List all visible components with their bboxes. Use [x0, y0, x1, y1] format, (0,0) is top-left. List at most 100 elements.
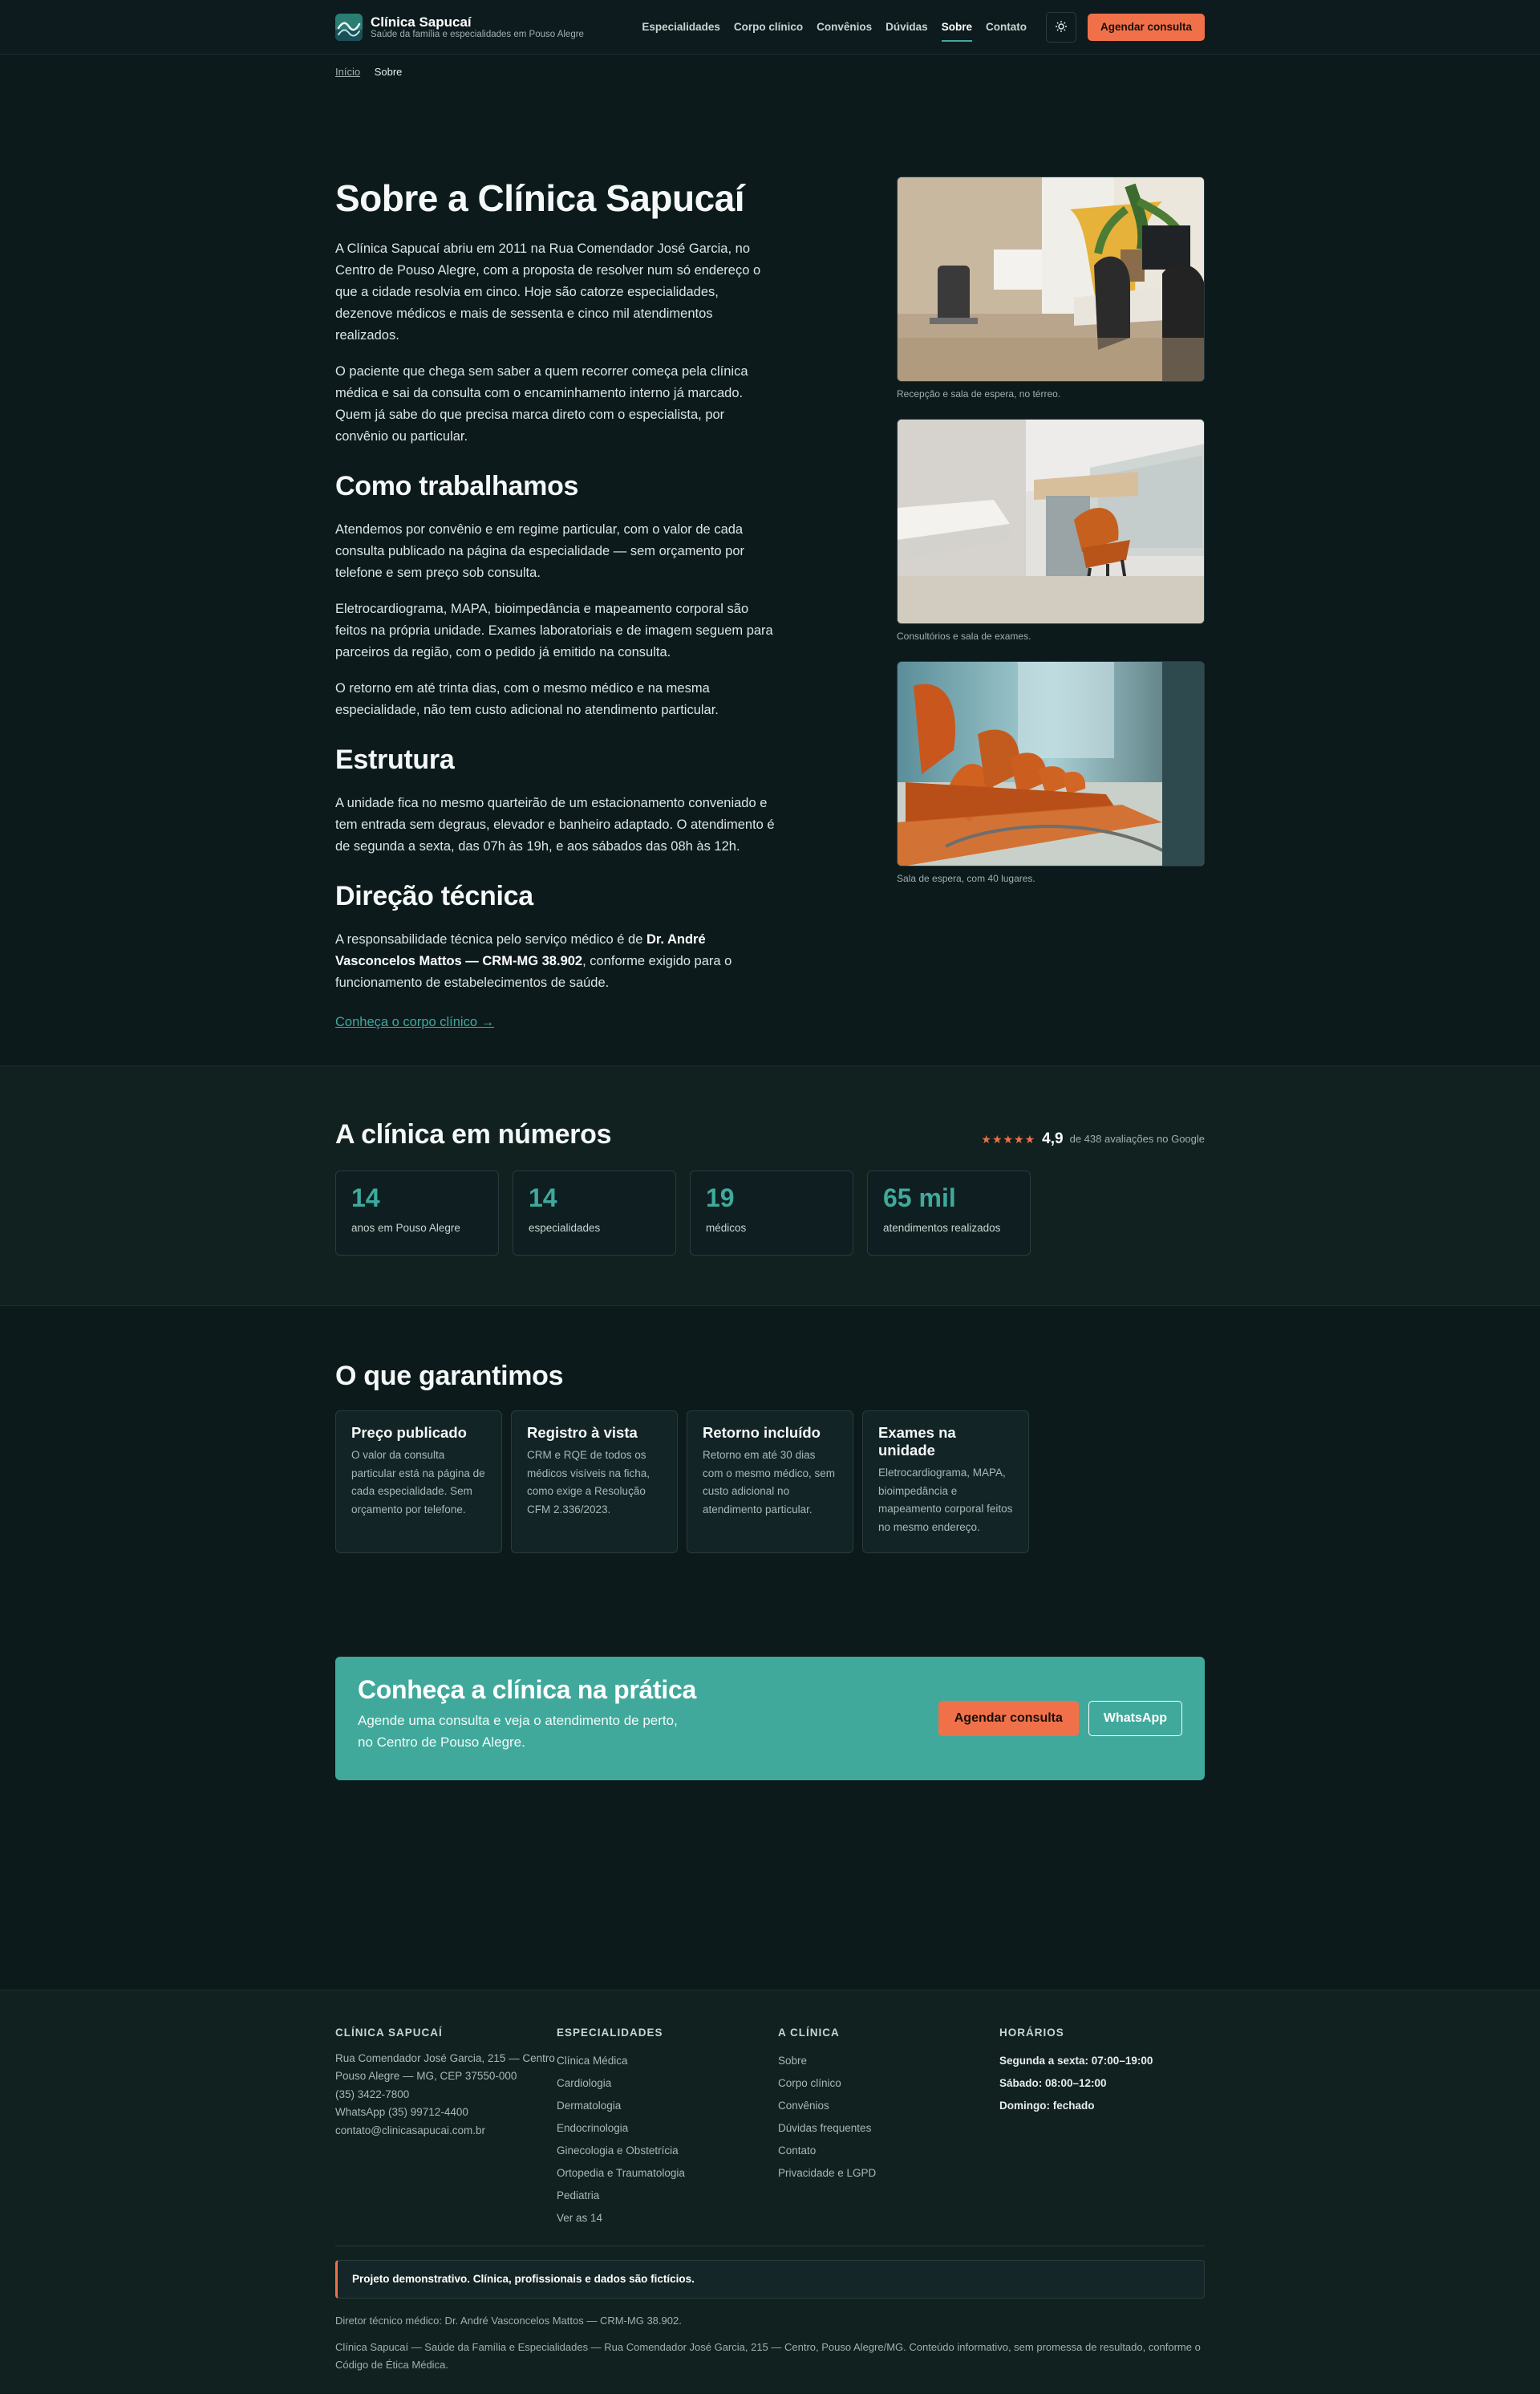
footer-heading: ESPECIALIDADES — [557, 2027, 663, 2039]
how-paragraph-3: O retorno em até trinta dias, com o mesm… — [335, 680, 719, 717]
nav-corpo-clinico[interactable]: Corpo clínico — [734, 15, 803, 39]
cta-subtitle: Agende uma consulta e veja o atendimento… — [358, 1713, 678, 1751]
breadcrumb: Início Sobre — [335, 55, 1205, 87]
footer-link[interactable]: Cardiologia — [557, 2072, 778, 2095]
stat-label: especialidades — [529, 1222, 601, 1235]
breadcrumb-current: Sobre — [374, 66, 403, 78]
rating-reviews: de 438 avaliações no Google — [1069, 1132, 1205, 1145]
footer-address-2: Pouso Alegre — MG, CEP 37550-000 — [335, 2070, 517, 2083]
intro-paragraph-1: A Clínica Sapucaí abriu em 2011 na Rua C… — [335, 241, 761, 343]
site-footer: CLÍNICA SAPUCAÍ Rua Comendador José Garc… — [0, 1990, 1540, 2393]
guarantee-card: Preço publicado O valor da consulta part… — [335, 1410, 502, 1553]
stat-label: atendimentos realizados — [883, 1222, 1001, 1235]
legal-notice: Clínica Sapucaí — Saúde da Família e Esp… — [335, 2341, 1201, 2371]
footer-link[interactable]: Corpo clínico — [778, 2072, 999, 2095]
footer-link[interactable]: Convênios — [778, 2095, 999, 2117]
nav-especialidades[interactable]: Especialidades — [642, 15, 720, 39]
stat-label: médicos — [706, 1222, 747, 1235]
footer-link[interactable]: Dermatologia — [557, 2095, 778, 2117]
footer-columns: CLÍNICA SAPUCAÍ Rua Comendador José Garc… — [335, 2024, 1205, 2230]
page-title: Sobre a Clínica Sapucaí — [335, 177, 745, 219]
photo-caption-1: Recepção e sala de espera, no térreo. — [897, 388, 1061, 400]
footer-heading: A CLÍNICA — [778, 2027, 840, 2039]
footer-contact-column: CLÍNICA SAPUCAÍ Rua Comendador José Garc… — [335, 2024, 557, 2230]
numbers-title: A clínica em números — [335, 1119, 612, 1150]
nav-contato[interactable]: Contato — [986, 15, 1027, 39]
footer-heading: CLÍNICA SAPUCAÍ — [335, 2027, 443, 2039]
footer-link[interactable]: Ver as 14 — [557, 2207, 778, 2230]
hours-weekdays: Segunda a sexta: 07:00–19:00 — [999, 2054, 1153, 2067]
guarantee-text: CRM e RQE de todos os médicos visíveis n… — [527, 1449, 650, 1516]
stat-card: 65 mil atendimentos realizados — [867, 1171, 1031, 1256]
stat-value: 65 mil — [883, 1183, 956, 1212]
about-section: Sobre a Clínica Sapucaí A Clínica Sapuca… — [335, 87, 1205, 1065]
main-nav: Especialidades Corpo clínico Convênios D… — [628, 12, 1205, 43]
structure-paragraph: A unidade fica no mesmo quarteirão de um… — [335, 795, 775, 854]
footer-link[interactable]: Endocrinologia — [557, 2117, 778, 2140]
footer-link[interactable]: Clínica Médica — [557, 2050, 778, 2072]
footer-link[interactable]: Ortopedia e Traumatologia — [557, 2162, 778, 2185]
sun-icon — [1055, 20, 1068, 35]
stat-value: 14 — [351, 1183, 380, 1212]
guarantee-card: Retorno incluído Retorno em até 30 dias … — [687, 1410, 853, 1553]
nav-sobre[interactable]: Sobre — [941, 15, 973, 42]
stat-card: 14 anos em Pouso Alegre — [335, 1171, 499, 1256]
footer-link[interactable]: Dúvidas frequentes — [778, 2117, 999, 2140]
photo-caption-3: Sala de espera, com 40 lugares. — [897, 873, 1035, 884]
cta-actions: Agendar consulta WhatsApp — [938, 1701, 1182, 1736]
guarantees-title: O que garantimos — [335, 1361, 564, 1391]
about-text: Sobre a Clínica Sapucaí A Clínica Sapuca… — [335, 177, 778, 1033]
whatsapp-button[interactable]: WhatsApp — [1088, 1701, 1182, 1736]
footer-link[interactable]: Ginecologia e Obstetrícia — [557, 2140, 778, 2162]
nav-convenios[interactable]: Convênios — [817, 15, 872, 39]
guarantee-title: Preço publicado — [351, 1424, 467, 1441]
brand: Clínica Sapucaí Saúde da família e espec… — [371, 14, 584, 41]
footer-specialties-column: ESPECIALIDADES Clínica Médica Cardiologi… — [557, 2024, 778, 2230]
footer-link[interactable]: Pediatria — [557, 2185, 778, 2207]
how-paragraph-1: Atendemos por convênio e em regime parti… — [335, 521, 744, 580]
hours-sunday: Domingo: fechado — [999, 2099, 1095, 2112]
guarantee-text: Eletrocardiograma, MAPA, bioimpedância e… — [878, 1467, 1013, 1533]
theme-toggle-button[interactable] — [1045, 12, 1076, 43]
footer-link[interactable]: Privacidade e LGPD — [778, 2162, 999, 2185]
clinical-staff-link[interactable]: Conheça o corpo clínico → — [335, 1012, 494, 1033]
footer-link[interactable]: Contato — [778, 2140, 999, 2162]
exam-room-photo — [897, 419, 1205, 624]
footer-phone[interactable]: (35) 3422-7800 — [335, 2086, 557, 2104]
guarantees-row: Preço publicado O valor da consulta part… — [335, 1410, 1038, 1553]
stat-label: anos em Pouso Alegre — [351, 1222, 460, 1235]
how-heading: Como trabalhamos — [335, 471, 579, 502]
stats-row: 14 anos em Pouso Alegre 14 especialidade… — [335, 1171, 1044, 1256]
stat-card: 14 especialidades — [513, 1171, 676, 1256]
direction-paragraph: A responsabilidade técnica pelo serviço … — [335, 929, 778, 994]
footer-address-1: Rua Comendador José Garcia, 215 — Centro — [335, 2051, 555, 2064]
structure-heading: Estrutura — [335, 744, 455, 775]
footer-link[interactable]: Sobre — [778, 2050, 999, 2072]
how-paragraph-2: Eletrocardiograma, MAPA, bioimpedância e… — [335, 601, 773, 659]
footer-email[interactable]: contato@clinicasapucai.com.br — [335, 2122, 557, 2140]
director-notice: Diretor técnico médico: Dr. André Vascon… — [335, 2315, 682, 2327]
guarantee-title: Exames na unidade — [878, 1424, 956, 1459]
site-header: Clínica Sapucaí Saúde da família e espec… — [0, 0, 1540, 55]
cta-banner: Conheça a clínica na prática Agende uma … — [335, 1657, 1205, 1780]
footer-whatsapp[interactable]: WhatsApp (35) 99712-4400 — [335, 2104, 557, 2122]
direction-text-before: A responsabilidade técnica pelo serviço … — [335, 931, 646, 947]
demo-disclaimer: Projeto demonstrativo. Clínica, profissi… — [335, 2260, 1205, 2299]
stat-value: 14 — [529, 1183, 557, 1212]
brand-tagline: Saúde da família e especialidades em Pou… — [371, 30, 584, 40]
numbers-section: A clínica em números ★★★★★ 4,9 de 438 av… — [0, 1065, 1540, 1306]
guarantee-text: Retorno em até 30 dias com o mesmo médic… — [703, 1449, 836, 1516]
breadcrumb-home[interactable]: Início — [335, 66, 360, 78]
header-book-button[interactable]: Agendar consulta — [1087, 14, 1205, 41]
direction-heading: Direção técnica — [335, 880, 533, 911]
brand-name[interactable]: Clínica Sapucaí — [371, 14, 584, 30]
brand-logo[interactable] — [335, 14, 363, 41]
footer-heading: HORÁRIOS — [999, 2027, 1064, 2039]
guarantee-title: Retorno incluído — [703, 1424, 821, 1441]
nav-duvidas[interactable]: Dúvidas — [886, 15, 928, 39]
cta-book-button[interactable]: Agendar consulta — [938, 1701, 1079, 1736]
guarantee-title: Registro à vista — [527, 1424, 638, 1441]
footer-clinic-column: A CLÍNICA Sobre Corpo clínico Convênios … — [778, 2024, 999, 2230]
waiting-room-photo — [897, 661, 1205, 866]
intro-paragraph-2: O paciente que chega sem saber a quem re… — [335, 364, 748, 444]
